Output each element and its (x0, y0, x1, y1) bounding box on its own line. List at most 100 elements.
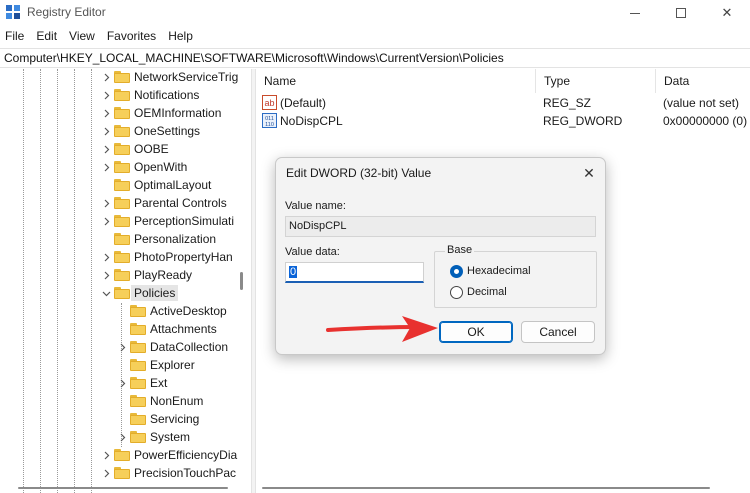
column-header-name[interactable]: Name (256, 69, 536, 93)
svg-text:ab: ab (264, 98, 274, 108)
minimize-icon (630, 12, 640, 14)
folder-icon (114, 71, 130, 83)
close-icon: ✕ (721, 5, 733, 20)
svg-text:110: 110 (265, 122, 274, 128)
tree-item[interactable]: PowerEfficiencyDia (104, 446, 237, 464)
folder-icon (114, 467, 130, 479)
base-label: Base (445, 244, 475, 256)
list-row[interactable]: 011 110 NoDispCPL REG_DWORD 0x00000000 (… (256, 112, 750, 130)
tree-item-label: Ext (150, 376, 168, 390)
cancel-button[interactable]: Cancel (521, 321, 595, 343)
dword-value-icon: 011 110 (262, 113, 277, 128)
address-bar[interactable]: Computer\HKEY_LOCAL_MACHINE\SOFTWARE\Mic… (0, 48, 750, 68)
chevron-right-icon[interactable] (101, 194, 111, 212)
value-name-label: Value name: (285, 200, 346, 212)
column-header-data[interactable]: Data (656, 69, 750, 93)
chevron-right-icon[interactable] (101, 140, 111, 158)
chevron-right-icon[interactable] (101, 464, 111, 482)
title-bar: Registry Editor ✕ (0, 0, 750, 26)
radio-unchecked-icon[interactable] (450, 285, 463, 299)
tree-item[interactable]: Parental Controls (104, 194, 227, 212)
tree-item[interactable]: Attachments (130, 320, 217, 338)
tree-guide-line (74, 69, 75, 493)
tree-item[interactable]: OptimalLayout (114, 176, 211, 194)
tree-item-label: ActiveDesktop (150, 304, 227, 318)
tree-item[interactable]: System (120, 428, 190, 446)
tree-item[interactable]: PlayReady (104, 266, 192, 284)
chevron-right-icon[interactable] (101, 248, 111, 266)
decimal-option[interactable]: Decimal (450, 284, 507, 300)
chevron-right-icon[interactable] (101, 69, 111, 86)
tree-item[interactable]: PerceptionSimulati (104, 212, 235, 230)
tree-guide-line (57, 69, 58, 493)
tree-horizontal-scrollbar[interactable] (18, 487, 228, 489)
column-header-type[interactable]: Type (536, 69, 656, 93)
tree-item[interactable]: Explorer (130, 356, 195, 374)
tree-item[interactable]: NonEnum (130, 392, 203, 410)
dialog-close-button[interactable]: ✕ (579, 163, 599, 183)
tree-item[interactable]: OOBE (104, 140, 169, 158)
value-data-label: Value data: (285, 246, 340, 258)
tree-item[interactable]: Servicing (130, 410, 199, 428)
menu-favorites[interactable]: Favorites (101, 27, 162, 45)
value-data: (value not set) (663, 96, 740, 110)
folder-icon (114, 251, 130, 263)
tree-item[interactable]: NetworkServiceTrig (104, 69, 238, 86)
close-icon: ✕ (583, 164, 595, 181)
value-data-input[interactable]: 0 (285, 262, 424, 283)
list-row[interactable]: ab (Default) REG_SZ (value not set) (256, 94, 750, 112)
chevron-right-icon[interactable] (101, 158, 111, 176)
tree-item-label: PerceptionSimulati (134, 214, 235, 228)
tree-item[interactable]: ActiveDesktop (130, 302, 227, 320)
tree-item-label: OneSettings (134, 124, 201, 138)
close-button[interactable]: ✕ (704, 0, 750, 26)
chevron-right-icon[interactable] (117, 338, 127, 356)
tree-item[interactable]: Notifications (104, 86, 199, 104)
chevron-right-icon[interactable] (101, 266, 111, 284)
chevron-right-icon[interactable] (101, 446, 111, 464)
folder-icon (114, 179, 130, 191)
annotation-arrow-icon (326, 316, 438, 342)
ok-button[interactable]: OK (439, 321, 513, 343)
tree-item[interactable]: OEMInformation (104, 104, 221, 122)
tree-vertical-scrollbar[interactable] (240, 272, 243, 290)
folder-icon (114, 89, 130, 101)
tree-item-label: PrecisionTouchPac (134, 466, 237, 480)
chevron-down-icon[interactable] (101, 284, 111, 302)
chevron-right-icon[interactable] (101, 122, 111, 140)
chevron-right-icon[interactable] (101, 104, 111, 122)
chevron-right-icon[interactable] (117, 428, 127, 446)
tree-item-label: Explorer (150, 358, 195, 372)
decimal-label: Decimal (467, 286, 507, 298)
folder-icon (114, 233, 130, 245)
hexadecimal-option[interactable]: Hexadecimal (450, 263, 531, 279)
tree-item-label: OpenWith (134, 160, 188, 174)
tree-item[interactable]: DataCollection (120, 338, 229, 356)
value-name-field: NoDispCPL (285, 216, 596, 237)
chevron-right-icon[interactable] (101, 212, 111, 230)
menu-view[interactable]: View (63, 27, 101, 45)
radio-checked-icon[interactable] (450, 264, 463, 278)
folder-icon (130, 413, 146, 425)
folder-icon (114, 161, 130, 173)
tree-item[interactable]: Policies (102, 284, 179, 302)
menu-edit[interactable]: Edit (30, 27, 63, 45)
tree-item[interactable]: OpenWith (104, 158, 188, 176)
menu-help[interactable]: Help (162, 27, 199, 45)
chevron-right-icon[interactable] (117, 374, 127, 392)
maximize-button[interactable] (658, 0, 704, 26)
maximize-icon (676, 8, 686, 18)
tree-item-label: DataCollection (150, 340, 229, 354)
tree-item[interactable]: Personalization (114, 230, 216, 248)
tree-item[interactable]: PhotoPropertyHan (104, 248, 233, 266)
menu-file[interactable]: File (0, 27, 30, 45)
minimize-button[interactable] (612, 0, 658, 26)
list-horizontal-scrollbar[interactable] (262, 487, 710, 489)
tree-item-label: Attachments (150, 322, 217, 336)
value-name: NoDispCPL (280, 114, 343, 128)
tree-item[interactable]: OneSettings (104, 122, 201, 140)
tree-item[interactable]: Ext (120, 374, 168, 392)
chevron-right-icon[interactable] (101, 86, 111, 104)
tree-item[interactable]: PrecisionTouchPac (104, 464, 237, 482)
registry-editor-icon (6, 5, 20, 19)
